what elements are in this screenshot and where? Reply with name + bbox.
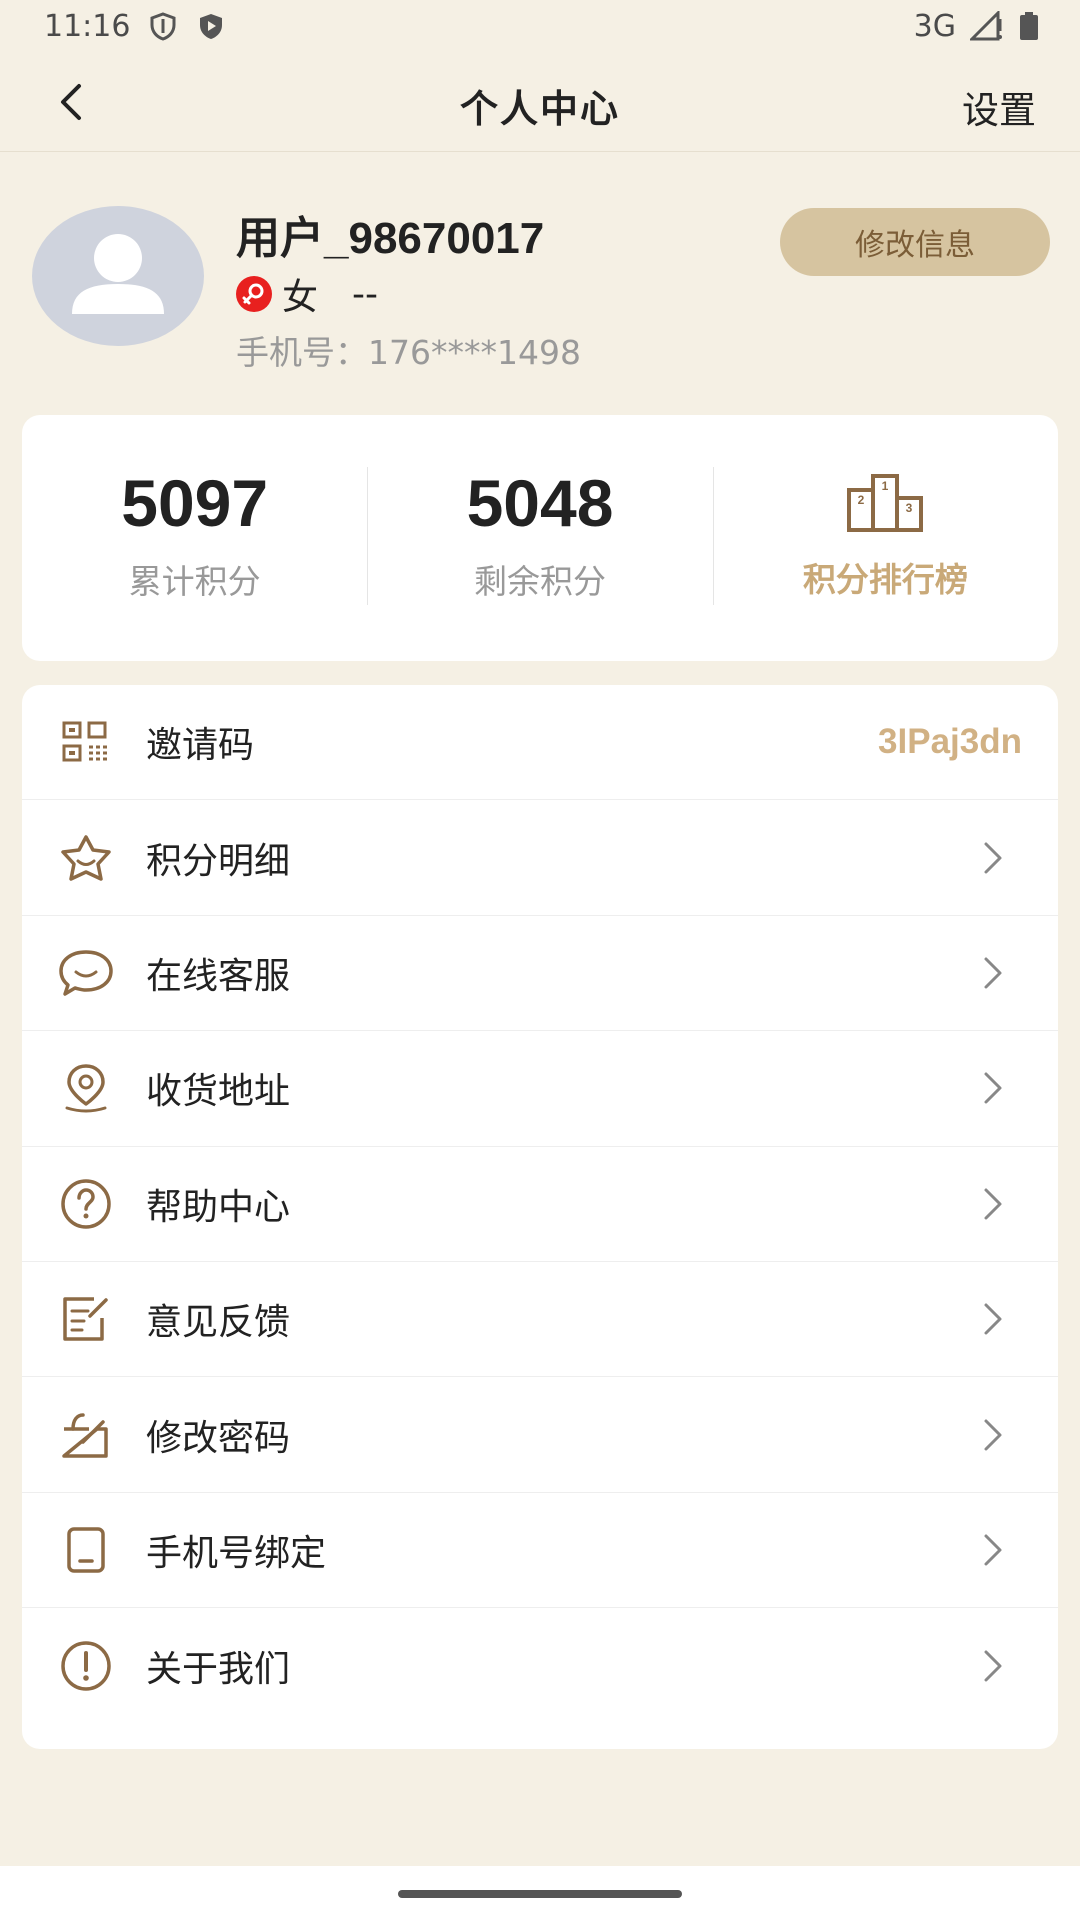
points-ranking[interactable]: 1 2 3 积分排行榜 bbox=[712, 415, 1058, 661]
remaining-points[interactable]: 5048 剩余积分 bbox=[367, 415, 712, 661]
chevron-right-icon bbox=[984, 957, 1002, 989]
menu-item-help-center[interactable]: 帮助中心 bbox=[22, 1147, 1058, 1262]
profile-section: 用户_98670017 女 -- 手机号：176****1498 修改信息 bbox=[0, 152, 1080, 412]
network-type: 3G bbox=[913, 8, 956, 44]
invite-code-value: 3IPaj3dn bbox=[878, 722, 1022, 762]
username: 用户_98670017 bbox=[236, 214, 545, 263]
status-left: 11:16 bbox=[44, 9, 226, 44]
chevron-right-icon bbox=[984, 1534, 1002, 1566]
menu-label: 积分明细 bbox=[146, 840, 291, 882]
female-icon bbox=[236, 276, 272, 312]
menu-list: 邀请码 3IPaj3dn 积分明细 在线客服 收货地址 帮助中心 意见反馈 修改… bbox=[22, 685, 1058, 1749]
chevron-right-icon bbox=[984, 1303, 1002, 1335]
chevron-right-icon bbox=[984, 1072, 1002, 1104]
star-icon bbox=[56, 828, 116, 888]
chevron-right-icon bbox=[984, 1650, 1002, 1682]
title-bar: 个人中心 设置 bbox=[0, 52, 1080, 152]
settings-button[interactable]: 设置 bbox=[962, 80, 1036, 134]
phone-icon bbox=[56, 1520, 116, 1580]
menu-item-invite-code[interactable]: 邀请码 3IPaj3dn bbox=[22, 685, 1058, 801]
help-icon bbox=[56, 1174, 116, 1234]
status-bar: 11:16 3G bbox=[0, 0, 1080, 52]
svg-text:1: 1 bbox=[882, 479, 889, 493]
age-text: -- bbox=[352, 273, 378, 315]
signal-icon bbox=[970, 11, 1004, 41]
menu-item-phone-binding[interactable]: 手机号绑定 bbox=[22, 1493, 1058, 1609]
chevron-right-icon bbox=[984, 1419, 1002, 1451]
gender-text: 女 bbox=[282, 277, 319, 318]
svg-text:2: 2 bbox=[858, 493, 865, 507]
menu-item-points-detail[interactable]: 积分明细 bbox=[22, 800, 1058, 916]
shield-icon bbox=[148, 11, 178, 41]
status-right: 3G bbox=[914, 9, 1040, 44]
menu-item-about-us[interactable]: 关于我们 bbox=[22, 1608, 1058, 1723]
menu-item-customer-service[interactable]: 在线客服 bbox=[22, 916, 1058, 1032]
remaining-points-label: 剩余积分 bbox=[473, 562, 606, 601]
remaining-points-value: 5048 bbox=[466, 466, 614, 540]
gender-row: 女 -- bbox=[236, 268, 378, 320]
location-icon bbox=[56, 1058, 116, 1118]
phone-number: 手机号：176****1498 bbox=[236, 333, 581, 372]
edit-info-button[interactable]: 修改信息 bbox=[780, 208, 1050, 276]
chevron-right-icon bbox=[984, 1188, 1002, 1220]
lock-edit-icon bbox=[56, 1405, 116, 1465]
total-points[interactable]: 5097 累计积分 bbox=[22, 415, 367, 661]
menu-label: 意见反馈 bbox=[146, 1302, 291, 1344]
feedback-icon bbox=[56, 1289, 116, 1349]
user-icon bbox=[72, 234, 164, 314]
qr-code-icon bbox=[56, 712, 116, 772]
total-points-label: 累计积分 bbox=[128, 562, 261, 601]
podium-icon: 1 2 3 bbox=[845, 473, 925, 537]
play-shield-icon bbox=[196, 11, 226, 41]
info-icon bbox=[56, 1636, 116, 1696]
menu-label: 修改密码 bbox=[146, 1417, 291, 1459]
menu-label: 在线客服 bbox=[146, 955, 291, 997]
points-ranking-label: 积分排行榜 bbox=[802, 560, 968, 599]
menu-label: 手机号绑定 bbox=[146, 1532, 327, 1574]
menu-item-feedback[interactable]: 意见反馈 bbox=[22, 1262, 1058, 1378]
battery-icon bbox=[1018, 11, 1040, 41]
menu-label: 帮助中心 bbox=[146, 1186, 291, 1228]
menu-label: 关于我们 bbox=[146, 1648, 291, 1690]
svg-text:3: 3 bbox=[906, 501, 913, 515]
chat-icon bbox=[56, 943, 116, 1003]
total-points-value: 5097 bbox=[121, 466, 269, 540]
home-indicator[interactable] bbox=[398, 1890, 682, 1898]
menu-item-change-password[interactable]: 修改密码 bbox=[22, 1377, 1058, 1493]
menu-item-address[interactable]: 收货地址 bbox=[22, 1031, 1058, 1147]
page-title: 个人中心 bbox=[459, 87, 620, 131]
avatar[interactable] bbox=[32, 206, 204, 346]
menu-label: 邀请码 bbox=[146, 725, 255, 767]
status-time: 11:16 bbox=[44, 8, 131, 44]
chevron-right-icon bbox=[984, 842, 1002, 874]
points-card: 5097 累计积分 5048 剩余积分 1 2 3 积分排行榜 bbox=[22, 415, 1058, 661]
screen: 11:16 3G 个人中心 设置 用户_98670017 女 -- 手机号：17… bbox=[0, 0, 1080, 1920]
menu-label: 收货地址 bbox=[146, 1071, 291, 1113]
